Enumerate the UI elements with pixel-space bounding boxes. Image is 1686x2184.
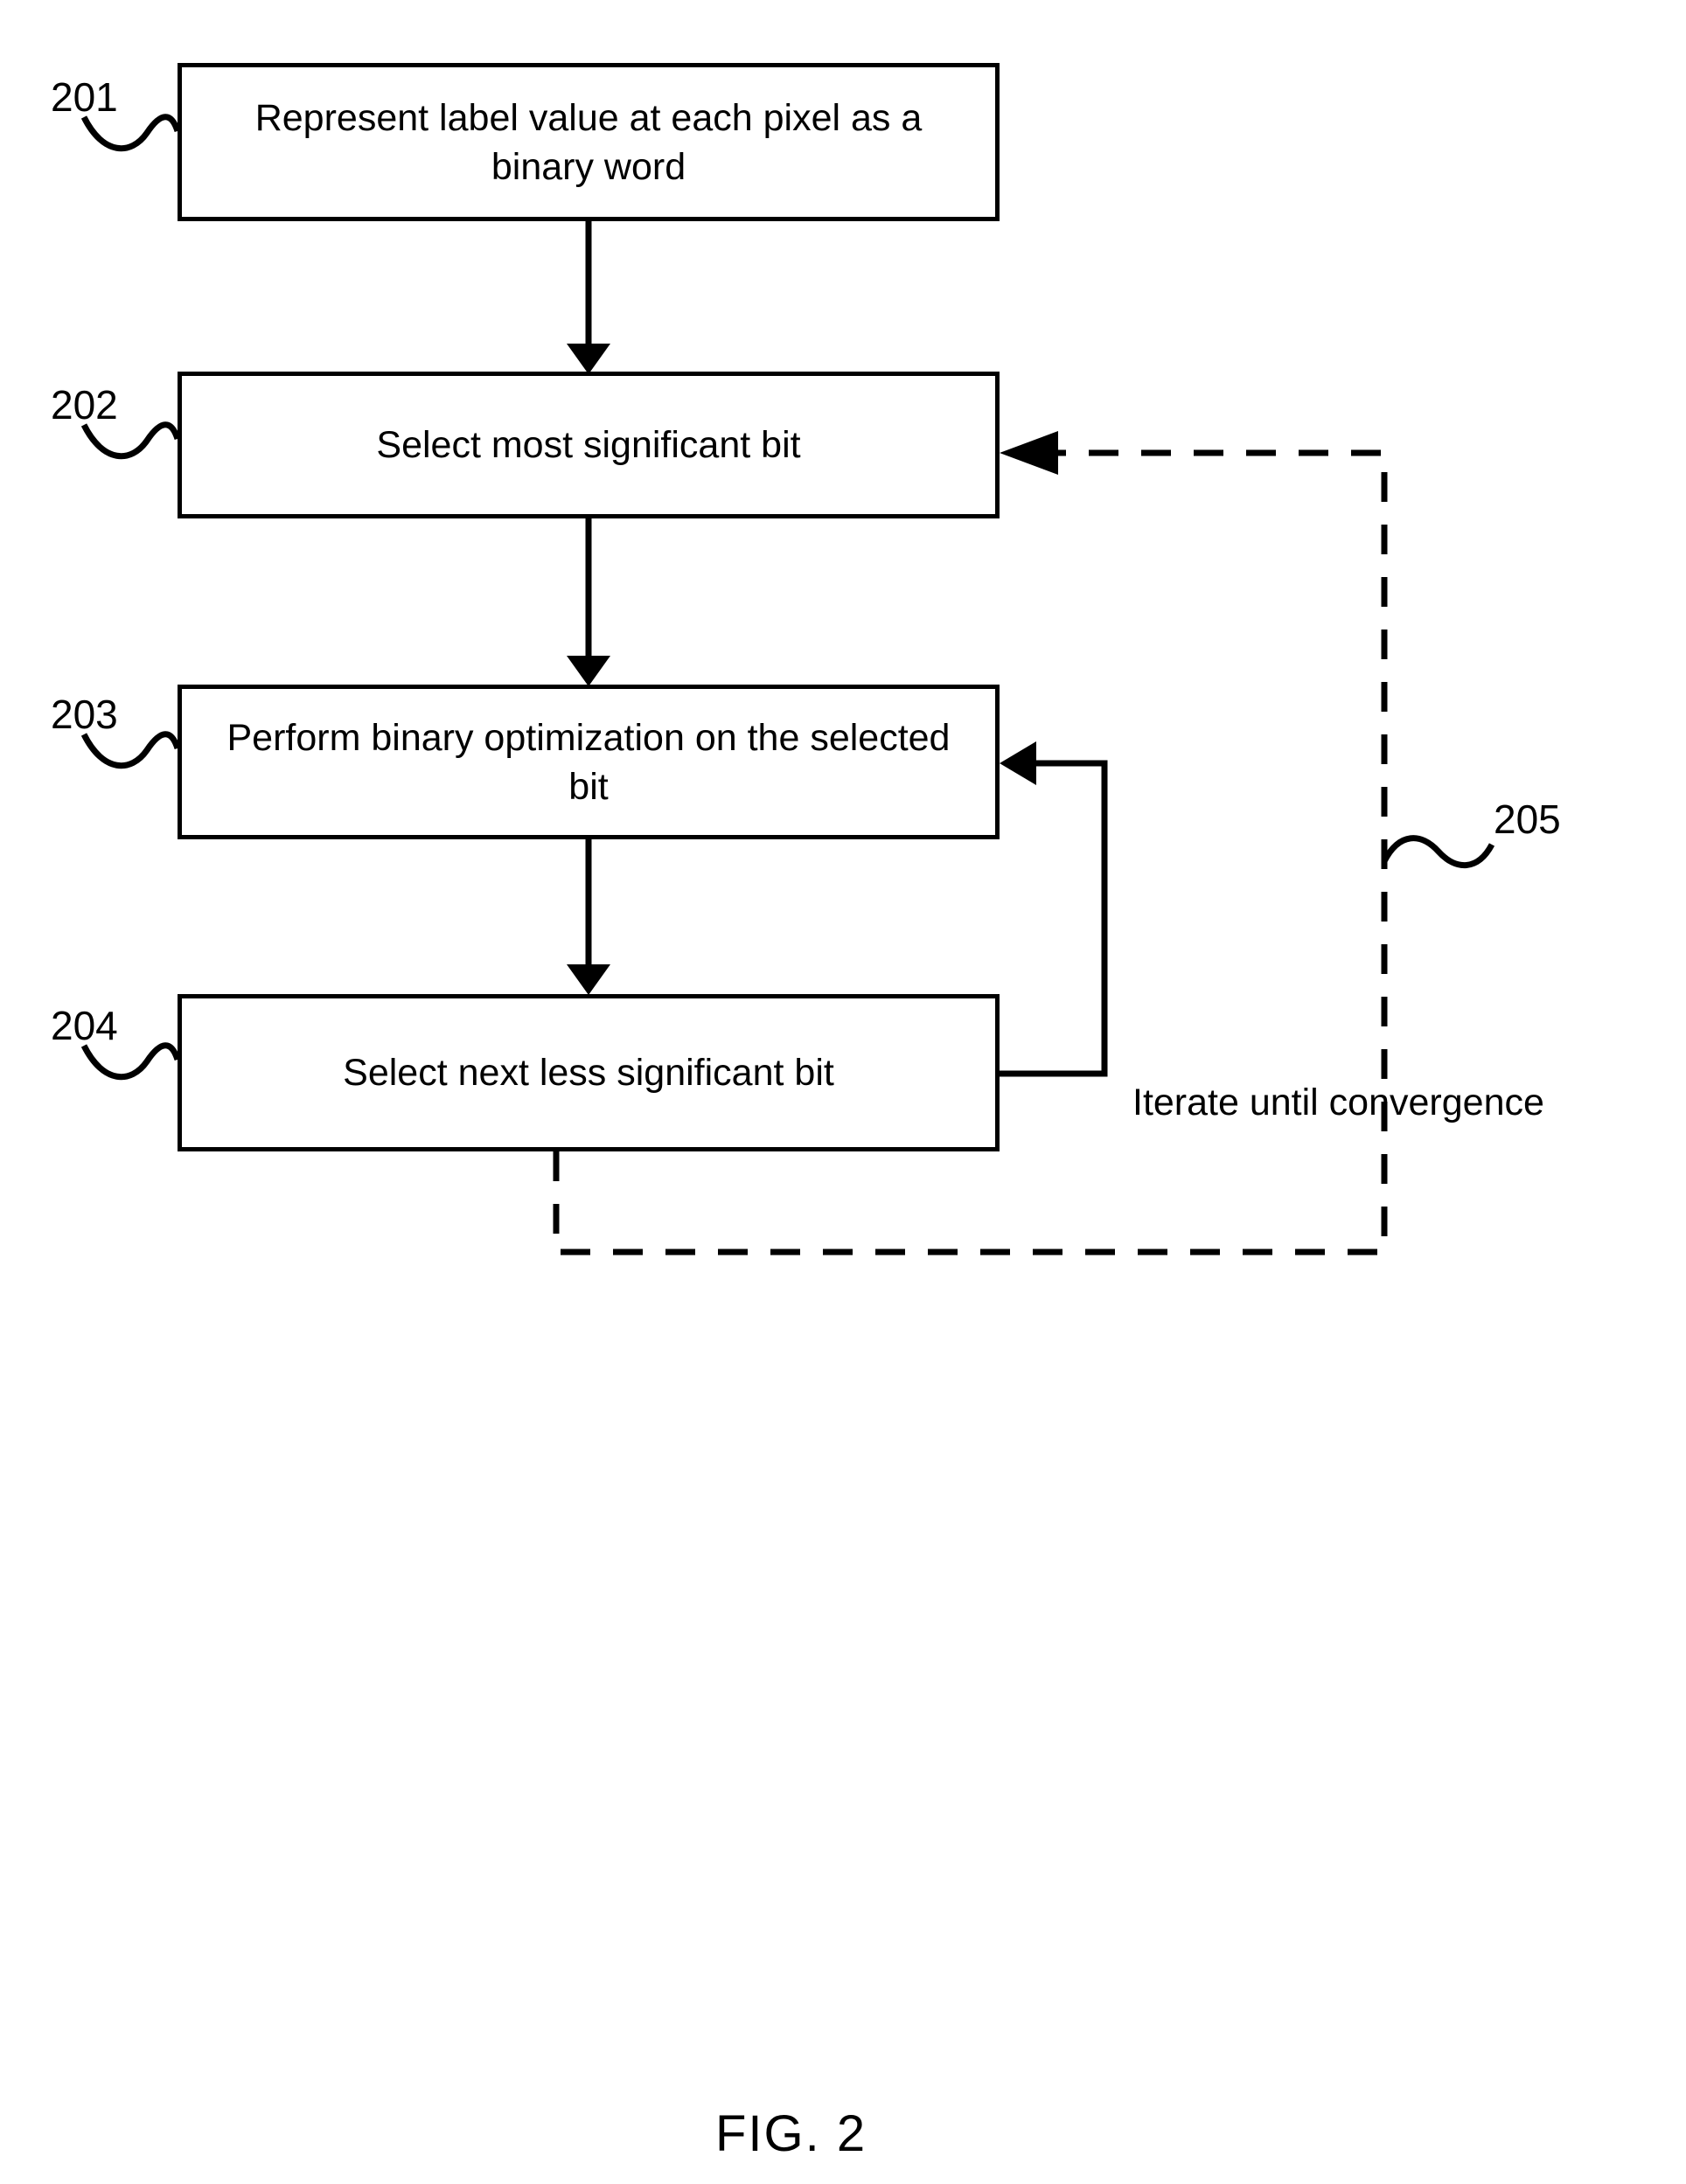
reference-numeral-202: 202 bbox=[51, 382, 118, 428]
flow-step-label-203: Perform binary optimization on the selec… bbox=[226, 716, 951, 808]
reference-numeral-205: 205 bbox=[1494, 796, 1561, 842]
flow-step-label-201: Represent label value at each pixel as a… bbox=[254, 96, 923, 188]
figure-caption: FIG. 2 bbox=[715, 2105, 867, 2162]
connector-204-to-203-loop bbox=[1000, 741, 1108, 1077]
reference-numeral-203: 203 bbox=[51, 692, 118, 737]
reference-numeral-201: 201 bbox=[51, 74, 118, 120]
flow-step-label-204: Select next less significant bit bbox=[343, 1052, 834, 1094]
connector-201-to-202 bbox=[567, 221, 610, 374]
flow-step-box-203[interactable]: Perform binary optimization on the selec… bbox=[178, 685, 1000, 839]
flow-step-box-201[interactable]: Represent label value at each pixel as a… bbox=[178, 63, 1000, 221]
leader-line-202 bbox=[80, 421, 181, 460]
leader-line-205 bbox=[1381, 835, 1495, 868]
patent-figure-page: Represent label value at each pixel as a… bbox=[0, 0, 1686, 2184]
iterate-until-convergence-label: Iterate until convergence bbox=[1132, 1082, 1544, 1123]
connector-203-to-204 bbox=[567, 839, 610, 995]
flow-step-box-202[interactable]: Select most significant bit bbox=[178, 372, 1000, 518]
leader-line-201 bbox=[80, 114, 181, 152]
leader-line-204 bbox=[80, 1042, 181, 1081]
reference-numeral-204: 204 bbox=[51, 1003, 118, 1048]
flow-step-label-202: Select most significant bit bbox=[376, 424, 801, 466]
leader-line-203 bbox=[80, 731, 181, 769]
connector-202-to-203 bbox=[567, 518, 610, 686]
flow-step-box-204[interactable]: Select next less significant bit bbox=[178, 994, 1000, 1151]
